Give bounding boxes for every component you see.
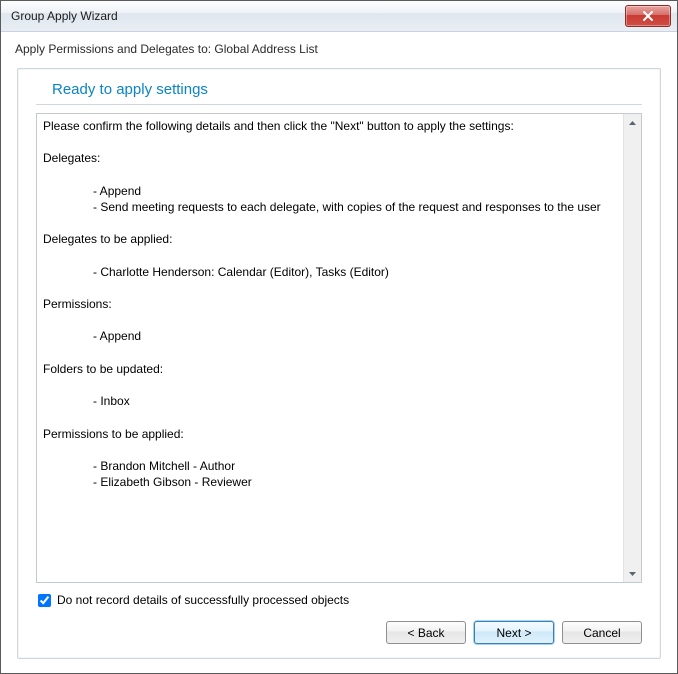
checkbox-row: Do not record details of successfully pr… [38, 593, 642, 607]
close-button[interactable] [625, 5, 671, 27]
do-not-record-checkbox[interactable] [38, 594, 51, 607]
window-title: Group Apply Wizard [11, 9, 625, 23]
summary-text[interactable]: Please confirm the following details and… [37, 114, 623, 582]
do-not-record-label[interactable]: Do not record details of successfully pr… [57, 593, 349, 607]
subtitle: Apply Permissions and Delegates to: Glob… [1, 32, 677, 62]
summary-box: Please confirm the following details and… [36, 113, 642, 583]
section-heading: Ready to apply settings [18, 69, 660, 104]
wizard-window: Group Apply Wizard Apply Permissions and… [0, 0, 678, 674]
scrollbar[interactable] [623, 114, 641, 582]
scroll-down-icon[interactable] [624, 565, 641, 582]
button-bar: < Back Next > Cancel [18, 621, 660, 658]
divider [36, 104, 642, 105]
content-frame: Ready to apply settings Please confirm t… [17, 68, 661, 659]
back-button[interactable]: < Back [386, 621, 466, 644]
scroll-up-icon[interactable] [624, 114, 641, 131]
close-icon [642, 11, 654, 21]
cancel-button[interactable]: Cancel [562, 621, 642, 644]
next-button[interactable]: Next > [474, 621, 554, 644]
titlebar: Group Apply Wizard [1, 1, 677, 32]
